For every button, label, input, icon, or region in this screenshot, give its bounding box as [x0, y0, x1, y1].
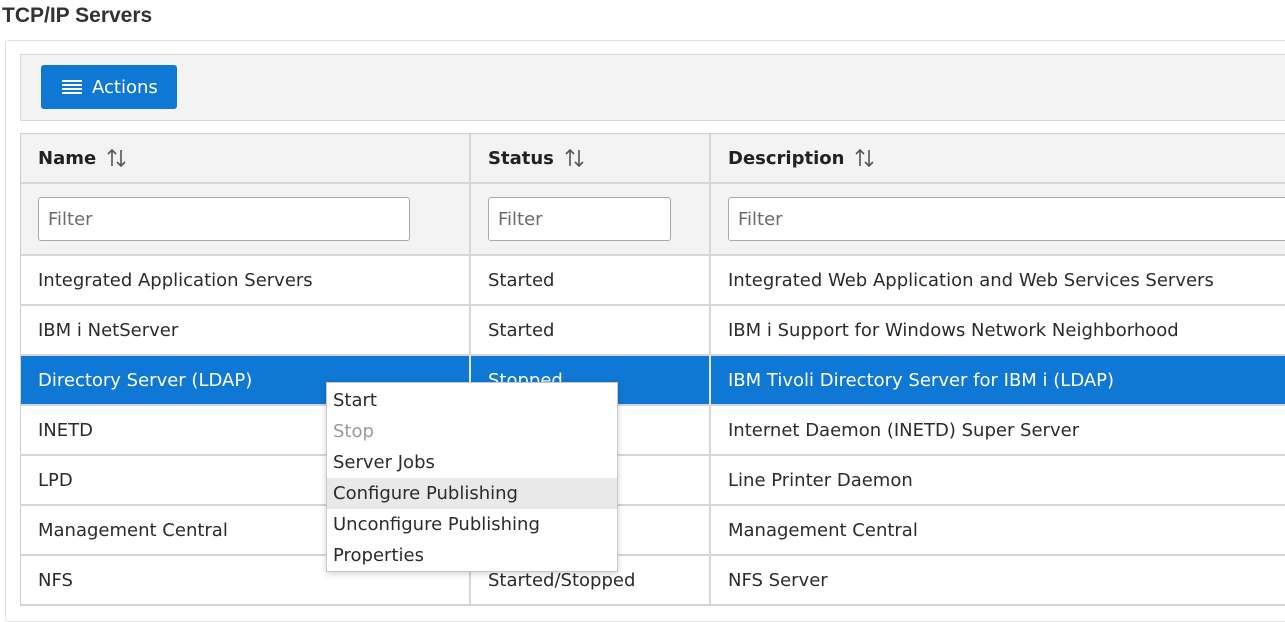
page-title: TCP/IP Servers — [2, 4, 153, 27]
actions-button[interactable]: Actions — [41, 65, 177, 109]
cell-status: Started — [471, 306, 711, 356]
cell-description: Internet Daemon (INETD) Super Server — [711, 406, 1285, 456]
cell-name: Integrated Application Servers — [21, 256, 471, 306]
name-filter-input[interactable] — [38, 197, 410, 241]
sort-icon[interactable] — [106, 147, 128, 169]
sort-icon[interactable] — [854, 147, 876, 169]
sort-icon[interactable] — [564, 147, 586, 169]
table-row[interactable]: Management Central Management Central — [21, 506, 1285, 556]
column-header-status[interactable]: Status — [471, 134, 711, 184]
actions-label: Actions — [92, 76, 158, 98]
table-row[interactable]: IBM i NetServer Started IBM i Support fo… — [21, 306, 1285, 356]
menu-item-properties[interactable]: Properties — [327, 540, 617, 571]
menu-item-server-jobs[interactable]: Server Jobs — [327, 447, 617, 478]
toolbar — [20, 54, 1285, 121]
column-header-label: Status — [488, 147, 554, 169]
description-filter-input[interactable] — [728, 197, 1285, 241]
table-row[interactable]: LPD Line Printer Daemon — [21, 456, 1285, 506]
cell-description: Line Printer Daemon — [711, 456, 1285, 506]
menu-item-stop: Stop — [333, 421, 374, 442]
status-filter-input[interactable] — [488, 197, 671, 241]
cell-description: Integrated Web Application and Web Servi… — [711, 256, 1285, 306]
table-row[interactable]: NFS Started/Stopped NFS Server — [21, 556, 1285, 606]
menu-item-start[interactable]: Start — [327, 385, 617, 416]
menu-icon — [62, 80, 82, 94]
cell-description: IBM Tivoli Directory Server for IBM i (L… — [711, 356, 1285, 406]
cell-description: NFS Server — [711, 556, 1285, 606]
menu-item-unconfigure-publishing[interactable]: Unconfigure Publishing — [327, 509, 617, 540]
filter-cell — [711, 184, 1285, 256]
servers-table: Name Status Description Filter Filter Fi… — [20, 133, 1285, 606]
menu-item-configure-publishing[interactable]: Configure Publishing — [327, 478, 617, 509]
table-row[interactable]: INETD Internet Daemon (INETD) Super Serv… — [21, 406, 1285, 456]
table-row-selected[interactable]: Directory Server (LDAP) Stopped IBM Tivo… — [21, 356, 1285, 406]
cell-status: Started — [471, 256, 711, 306]
filter-cell — [21, 184, 471, 256]
column-header-description[interactable]: Description — [711, 134, 1285, 184]
cell-description: Management Central — [711, 506, 1285, 556]
column-header-label: Description — [728, 147, 845, 169]
table-header-row: Name Status Description — [21, 134, 1285, 184]
context-menu: Start Stop Server Jobs Configure Publish… — [326, 382, 618, 572]
filter-row — [21, 184, 1285, 256]
cell-name: IBM i NetServer — [21, 306, 471, 356]
cell-description: IBM i Support for Windows Network Neighb… — [711, 306, 1285, 356]
table-row[interactable]: Integrated Application Servers Started I… — [21, 256, 1285, 306]
column-header-label: Name — [38, 147, 97, 169]
column-header-name[interactable]: Name — [21, 134, 471, 184]
filter-cell — [471, 184, 711, 256]
